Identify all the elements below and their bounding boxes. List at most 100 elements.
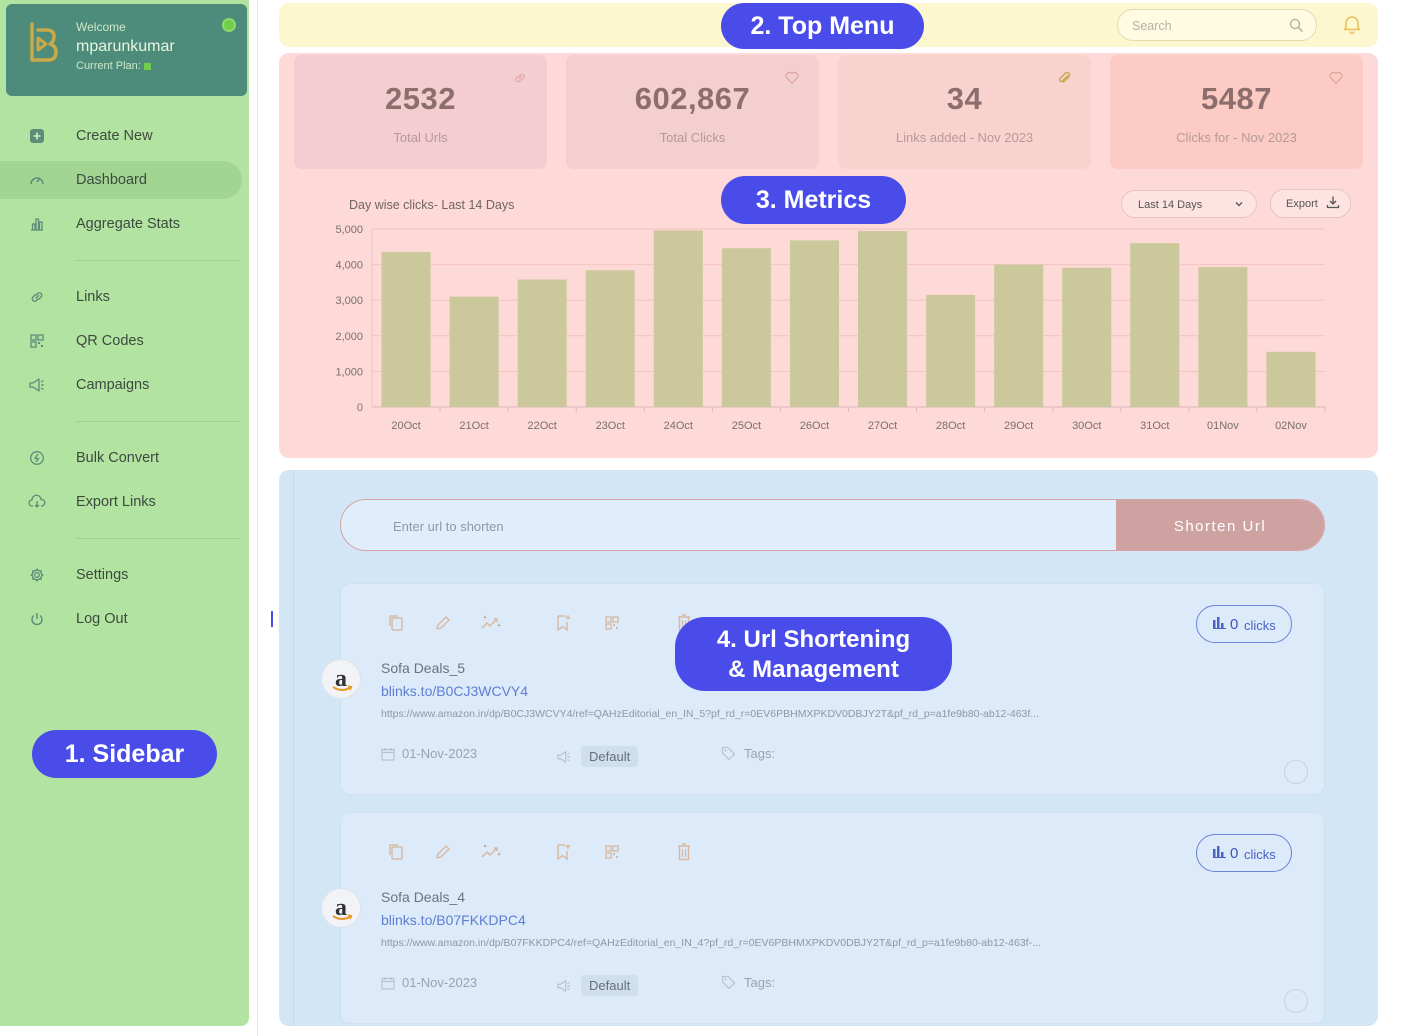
welcome-text: Welcome bbox=[76, 20, 126, 34]
app-root: Welcome mparunkumar Current Plan: Create… bbox=[0, 0, 1404, 1036]
sidebar-item-label: Settings bbox=[76, 567, 129, 583]
annotation-top-menu: 2. Top Menu bbox=[721, 3, 924, 49]
text-cursor-marker bbox=[271, 611, 273, 627]
trash-icon[interactable] bbox=[674, 842, 694, 862]
bar bbox=[517, 279, 567, 407]
analytics-trend-icon[interactable] bbox=[481, 613, 501, 633]
username: mparunkumar bbox=[76, 38, 175, 55]
shorten-url-button[interactable]: Shorten Url bbox=[1116, 500, 1324, 550]
amazon-favicon-icon: a bbox=[321, 888, 361, 928]
search-icon[interactable] bbox=[1289, 18, 1304, 38]
clicks-label: clicks bbox=[1244, 847, 1276, 862]
sidebar-item-create-new[interactable]: Create New bbox=[0, 117, 242, 155]
campaign-badge[interactable]: Default bbox=[581, 975, 639, 996]
x-tick-label: 31Oct bbox=[1140, 420, 1169, 432]
short-url-link[interactable]: blinks.to/B07FKKDPC4 bbox=[381, 912, 526, 928]
tags-label: Tags: bbox=[744, 975, 776, 990]
sidebar-item-label: Campaigns bbox=[76, 377, 150, 393]
sidebar-item-label: QR Codes bbox=[76, 333, 144, 349]
sidebar-item-label: Create New bbox=[76, 128, 153, 144]
bar bbox=[449, 296, 499, 407]
campaign-badge[interactable]: Default bbox=[581, 746, 639, 767]
short-url-link[interactable]: blinks.to/B0CJ3WCVY4 bbox=[381, 683, 528, 699]
url-management-panel: Shorten Url 0 bbox=[279, 470, 1378, 1026]
copy-icon[interactable] bbox=[386, 842, 406, 862]
bulk-convert-icon bbox=[28, 449, 46, 467]
plan-label: Current Plan: bbox=[76, 60, 141, 72]
cloud-download-icon bbox=[28, 493, 46, 511]
x-tick-label: 27Oct bbox=[868, 420, 897, 432]
x-tick-label: 02Nov bbox=[1275, 420, 1307, 432]
y-tick-label: 5,000 bbox=[335, 224, 363, 236]
current-plan: Current Plan: bbox=[76, 60, 151, 72]
clicks-count-button[interactable]: 0 clicks bbox=[1196, 834, 1292, 872]
clicks-count-button[interactable]: 0 clicks bbox=[1196, 605, 1292, 643]
y-tick-label: 0 bbox=[357, 402, 363, 414]
destination-url: https://www.amazon.in/dp/B07FKKDPC4/ref=… bbox=[381, 937, 1041, 949]
select-link-checkbox[interactable] bbox=[1284, 760, 1308, 784]
destination-url: https://www.amazon.in/dp/B0CJ3WCVY4/ref=… bbox=[381, 708, 1040, 720]
x-tick-label: 28Oct bbox=[936, 420, 965, 432]
link-title: Sofa Deals_5 bbox=[381, 660, 466, 676]
annotation-line: 4. Url Shortening bbox=[716, 626, 911, 653]
sidebar-item-qr-codes[interactable]: QR Codes bbox=[0, 322, 242, 360]
sidebar-divider bbox=[76, 260, 240, 261]
search-input[interactable] bbox=[1132, 16, 1282, 36]
qr-code-icon[interactable] bbox=[602, 842, 622, 862]
sidebar-item-dashboard[interactable]: Dashboard bbox=[0, 161, 242, 199]
sidebar-item-bulk-convert[interactable]: Bulk Convert bbox=[0, 439, 242, 477]
power-icon bbox=[28, 610, 46, 628]
tag-icon bbox=[721, 746, 736, 761]
x-tick-label: 24Oct bbox=[664, 420, 693, 432]
sidebar-item-label: Export Links bbox=[76, 494, 156, 510]
annotation-metrics: 3. Metrics bbox=[721, 176, 906, 224]
link-icon bbox=[28, 288, 46, 306]
annotation-url-management: 4. Url Shortening & Management bbox=[675, 617, 952, 691]
sidebar-item-links[interactable]: Links bbox=[0, 278, 242, 316]
select-link-checkbox[interactable] bbox=[1284, 989, 1308, 1013]
metrics-panel: 2532 Total Urls 602,867 Total Clicks 34 … bbox=[279, 53, 1378, 458]
amazon-favicon-icon: a bbox=[321, 659, 361, 699]
sidebar-border bbox=[257, 0, 258, 1036]
panel-edge bbox=[293, 470, 294, 1026]
user-card[interactable]: Welcome mparunkumar Current Plan: bbox=[6, 4, 247, 96]
sidebar-item-aggregate-stats[interactable]: Aggregate Stats bbox=[0, 205, 242, 243]
qr-code-icon[interactable] bbox=[602, 613, 622, 633]
tags-label: Tags: bbox=[744, 746, 776, 761]
dashboard-gauge-icon bbox=[28, 171, 46, 189]
edit-pencil-icon[interactable] bbox=[433, 613, 453, 633]
x-tick-label: 25Oct bbox=[732, 420, 761, 432]
sidebar-item-log-out[interactable]: Log Out bbox=[0, 600, 242, 638]
sidebar-item-label: Bulk Convert bbox=[76, 450, 160, 466]
bar-chart-icon bbox=[1213, 617, 1226, 629]
copy-icon[interactable] bbox=[386, 613, 406, 633]
brand-logo-icon bbox=[30, 22, 58, 62]
created-date: 01-Nov-2023 bbox=[381, 746, 477, 761]
sidebar-item-campaigns[interactable]: Campaigns bbox=[0, 366, 242, 404]
online-status-dot bbox=[222, 18, 236, 32]
shorten-form: Shorten Url bbox=[340, 499, 1325, 551]
bookmark-add-icon[interactable] bbox=[553, 842, 573, 862]
megaphone-icon bbox=[557, 750, 571, 763]
tags-info: Tags: bbox=[721, 746, 775, 761]
analytics-trend-icon[interactable] bbox=[481, 842, 501, 862]
edit-pencil-icon[interactable] bbox=[433, 842, 453, 862]
created-date: 01-Nov-2023 bbox=[381, 975, 477, 990]
sidebar-item-export-links[interactable]: Export Links bbox=[0, 483, 242, 521]
megaphone-icon bbox=[28, 376, 46, 394]
annotation-sidebar: 1. Sidebar bbox=[32, 730, 217, 778]
bell-icon[interactable] bbox=[1343, 14, 1361, 39]
date-text: 01-Nov-2023 bbox=[402, 975, 478, 990]
search-box[interactable] bbox=[1117, 9, 1317, 41]
bookmark-add-icon[interactable] bbox=[553, 613, 573, 633]
y-tick-label: 4,000 bbox=[335, 260, 363, 272]
day-wise-clicks-chart: 0 1,000 2,000 3,000 4,000 5,000 20Oct 21Oct 22Oc… bbox=[335, 224, 1326, 432]
x-tick-label: 20Oct bbox=[391, 420, 420, 432]
url-input[interactable] bbox=[393, 515, 993, 537]
bar bbox=[1130, 243, 1180, 407]
sidebar-divider bbox=[76, 421, 240, 422]
sidebar-item-settings[interactable]: Settings bbox=[0, 556, 242, 594]
bar-chart-icon bbox=[1213, 846, 1226, 858]
gear-icon bbox=[28, 566, 46, 584]
sidebar-item-label: Aggregate Stats bbox=[76, 216, 180, 232]
